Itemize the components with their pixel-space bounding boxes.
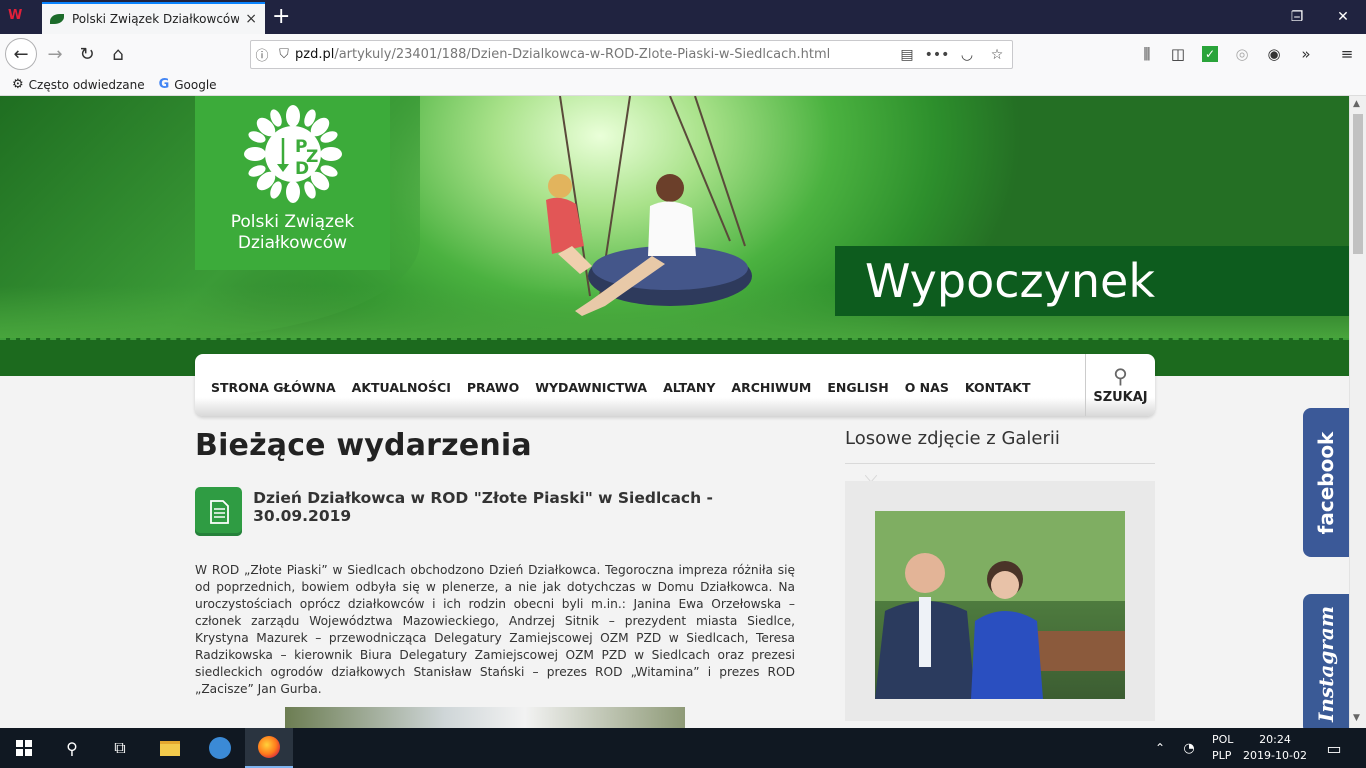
menu-item-about[interactable]: O NAS <box>905 380 949 395</box>
windows-logo-icon <box>16 740 32 756</box>
gallery-box <box>845 481 1155 721</box>
search-button[interactable]: ⚲ SZUKAJ <box>1085 354 1155 416</box>
pzd-emblem-icon: P Z D <box>243 105 342 203</box>
article-title[interactable]: Dzień Działkowca w ROD "Złote Piaski" w … <box>253 489 795 536</box>
forward-button[interactable]: → <box>40 40 70 68</box>
gallery-title: Losowe zdjęcie z Galerii <box>845 428 1155 464</box>
notifications-icon[interactable]: ▭ <box>1316 728 1352 768</box>
menu-item-news[interactable]: AKTUALNOŚCI <box>352 380 451 395</box>
menu-item-english[interactable]: ENGLISH <box>827 380 888 395</box>
active-tab[interactable]: Polski Związek Działkowców - D × <box>42 2 265 34</box>
network-icon[interactable]: ◔ <box>1176 728 1202 768</box>
article-header: Dzień Działkowca w ROD "Złote Piaski" w … <box>195 487 795 536</box>
bookmark-label: Google <box>174 77 217 92</box>
web-page: P Z D Polski Związek Działkowców Wypoczy… <box>0 96 1349 728</box>
clock[interactable]: 20:24 2019-10-02 <box>1240 732 1310 764</box>
account-icon[interactable]: ◉ <box>1259 40 1289 68</box>
facebook-label: facebook <box>1314 431 1338 534</box>
menu-item-archive[interactable]: ARCHIWUM <box>731 380 811 395</box>
close-window-button[interactable]: ✕ <box>1320 0 1366 34</box>
google-icon: G <box>158 77 170 92</box>
svg-text:D: D <box>295 159 309 179</box>
bookmark-label: Często odwiedzane <box>28 77 145 92</box>
bookmark-star-icon[interactable]: ☆ <box>982 47 1012 63</box>
search-taskbar-icon[interactable]: ⚲ <box>48 728 96 768</box>
app-menu-icon[interactable]: W <box>8 8 30 26</box>
reader-view-icon[interactable]: ▤ <box>892 47 922 63</box>
minimize-button-alt <box>1228 0 1274 34</box>
home-button[interactable]: ⌂ <box>103 40 133 68</box>
banner-caption: Wypoczynek <box>835 246 1349 316</box>
restore-button[interactable]: ❐ <box>1274 0 1320 34</box>
extension-check-icon[interactable]: ✓ <box>1195 40 1225 68</box>
tab-title: Polski Związek Działkowców - D <box>72 12 240 26</box>
file-explorer-icon[interactable] <box>146 728 194 768</box>
overflow-chevron-icon[interactable]: » <box>1291 40 1321 68</box>
main-content: Bieżące wydarzenia Dzień Działkowca w RO… <box>195 428 795 728</box>
reload-button[interactable]: ↻ <box>72 40 102 68</box>
start-button[interactable] <box>0 728 48 768</box>
logo-name: Polski Związek Działkowców <box>230 212 355 253</box>
main-menu: STRONA GŁÓWNA AKTUALNOŚCI PRAWO WYDAWNIC… <box>195 354 1155 416</box>
instagram-tab[interactable]: Instagram <box>1303 594 1349 728</box>
thunderbird-icon[interactable] <box>196 728 244 768</box>
tray-chevron-icon[interactable]: ⌃ <box>1148 728 1172 768</box>
browser-nav-bar: ← → ↻ ⌂ ⓘ ⛉ pzd.pl/artykuly/23401/188/Dz… <box>0 34 1366 74</box>
shield-icon[interactable]: ⛉ <box>273 47 295 62</box>
scroll-down-icon[interactable]: ▼ <box>1353 713 1360 723</box>
page-actions-icon[interactable]: ••• <box>922 47 952 63</box>
facebook-tab[interactable]: facebook <box>1303 408 1349 557</box>
document-icon <box>195 487 243 536</box>
sidebar-icon[interactable]: ◫ <box>1163 40 1193 68</box>
pzd-logo[interactable]: P Z D Polski Związek Działkowców <box>195 96 390 270</box>
library-icon[interactable]: ⫼ <box>1132 40 1162 68</box>
page-scrollbar[interactable]: ▲ ▼ <box>1349 96 1366 728</box>
browser-tab-bar: W Polski Związek Działkowców - D × + – ❐… <box>0 0 1366 34</box>
instagram-label: Instagram <box>1314 606 1338 722</box>
article-body: W ROD „Złote Piaski” w Siedlcach obchodz… <box>195 563 795 696</box>
menu-item-publications[interactable]: WYDAWNICTWA <box>535 380 647 395</box>
menu-item-contact[interactable]: KONTAKT <box>965 380 1031 395</box>
extension-circle-icon[interactable]: ◎ <box>1227 40 1257 68</box>
gallery-random-photo[interactable] <box>875 511 1125 699</box>
search-label: SZUKAJ <box>1093 389 1148 405</box>
pocket-icon[interactable]: ◡ <box>952 47 982 63</box>
swing-illustration <box>546 96 752 316</box>
scroll-up-icon[interactable]: ▲ <box>1353 99 1360 109</box>
scrollbar-thumb[interactable] <box>1353 114 1363 254</box>
leaf-favicon-icon <box>50 14 64 24</box>
url-text[interactable]: pzd.pl/artykuly/23401/188/Dzien-Dzialkow… <box>295 47 892 62</box>
menu-item-arbors[interactable]: ALTANY <box>663 380 715 395</box>
gear-icon: ⚙ <box>12 77 24 92</box>
address-bar[interactable]: ⓘ ⛉ pzd.pl/artykuly/23401/188/Dzien-Dzia… <box>250 40 1013 69</box>
input-language[interactable]: POL PLP <box>1212 732 1233 764</box>
article-photo[interactable] <box>285 707 685 728</box>
new-tab-button[interactable]: + <box>272 4 290 29</box>
section-title: Bieżące wydarzenia <box>195 428 532 463</box>
firefox-taskbar-icon[interactable] <box>245 728 293 768</box>
tab-close-icon[interactable]: × <box>245 11 257 27</box>
back-button[interactable]: ← <box>5 38 37 70</box>
sidebar: Losowe zdjęcie z Galerii <box>845 428 1155 721</box>
magnifier-icon: ⚲ <box>1113 363 1128 388</box>
bookmark-frequent[interactable]: ⚙ Często odwiedzane <box>12 77 145 92</box>
bookmark-google[interactable]: G Google <box>159 77 217 92</box>
menu-item-law[interactable]: PRAWO <box>467 380 519 395</box>
task-view-icon[interactable]: ⧉ <box>96 728 144 768</box>
hamburger-menu-icon[interactable]: ≡ <box>1332 40 1362 68</box>
bookmarks-toolbar: ⚙ Często odwiedzane G Google <box>0 74 1366 96</box>
windows-taskbar: ⚲ ⧉ ⌃ ◔ POL PLP 20:24 2019-10-02 ▭ <box>0 728 1366 768</box>
menu-item-home[interactable]: STRONA GŁÓWNA <box>211 380 336 395</box>
info-icon[interactable]: ⓘ <box>251 45 273 64</box>
